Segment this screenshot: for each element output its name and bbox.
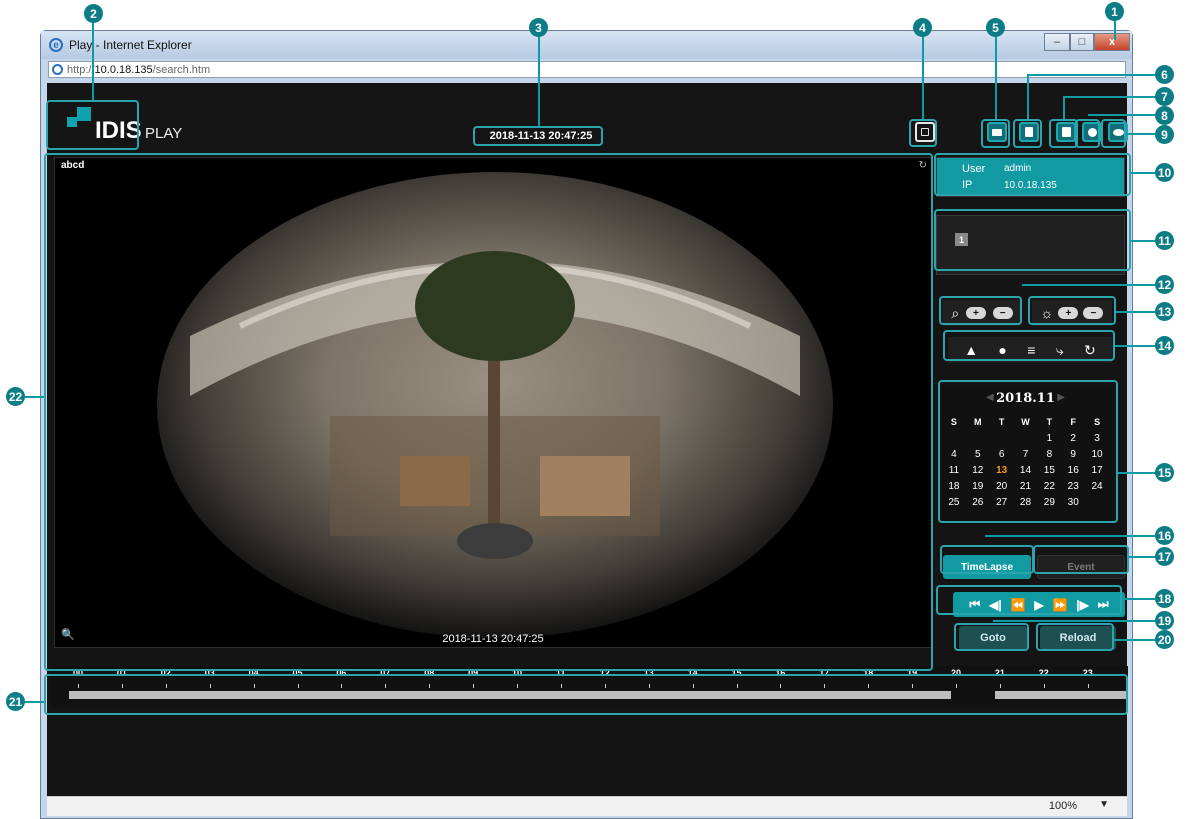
close-button[interactable]: x — [1094, 33, 1130, 51]
status-bar: 100% ▼ — [47, 796, 1127, 816]
url-path: /search.htm — [152, 63, 211, 76]
callout-10: 10 — [1155, 163, 1174, 182]
maximize-button[interactable]: □ — [1070, 33, 1094, 51]
callout-19: 19 — [1155, 611, 1174, 630]
highlight-video — [44, 153, 933, 671]
callout-22: 22 — [6, 387, 25, 406]
highlight-logo — [46, 100, 139, 150]
highlight-print — [981, 119, 1010, 148]
callout-8: 8 — [1155, 106, 1174, 125]
callout-12: 12 — [1155, 275, 1174, 294]
ie-logo-icon: e — [49, 38, 63, 52]
logo-subtitle: PLAY — [145, 125, 183, 142]
callout-18: 18 — [1155, 589, 1174, 608]
highlight-snapshot — [1049, 119, 1078, 148]
manual-figure: { "window": {"title": "Play - Internet E… — [0, 0, 1187, 819]
highlight-datetime — [473, 126, 603, 146]
zoom-level[interactable]: 100% — [1049, 800, 1077, 812]
url-prefix: http:// — [67, 63, 95, 76]
callout-4: 4 — [913, 18, 932, 37]
callout-3: 3 — [529, 18, 548, 37]
callout-11: 11 — [1155, 231, 1174, 250]
ie-page-icon — [52, 64, 63, 75]
callout-20: 20 — [1155, 630, 1174, 649]
highlight-zoom — [939, 296, 1022, 325]
highlight-fullscreen — [909, 119, 937, 147]
highlight-view — [1101, 119, 1126, 148]
window-title: Play - Internet Explorer — [69, 38, 192, 52]
callout-14: 14 — [1155, 336, 1174, 355]
callout-9: 9 — [1155, 125, 1174, 144]
callout-15: 15 — [1155, 463, 1174, 482]
callout-7: 7 — [1155, 87, 1174, 106]
callout-16: 16 — [1155, 526, 1174, 545]
callout-5: 5 — [986, 18, 1005, 37]
highlight-imagetools — [943, 330, 1115, 361]
highlight-calendar — [938, 380, 1118, 523]
url-host: 10.0.18.135 — [94, 63, 153, 76]
callout-17: 17 — [1155, 547, 1174, 566]
highlight-goto — [954, 623, 1029, 651]
address-bar[interactable]: http://10.0.18.135/search.htm — [48, 61, 1126, 78]
highlight-camselect — [934, 209, 1131, 271]
callout-1: 1 — [1105, 2, 1124, 21]
highlight-userinfo — [934, 153, 1131, 196]
highlight-event — [1033, 545, 1129, 574]
highlight-timeline — [44, 674, 1128, 715]
chevron-down-icon[interactable]: ▼ — [1099, 799, 1109, 810]
highlight-playback-controls — [936, 585, 1122, 615]
minimize-button[interactable]: – — [1044, 33, 1070, 51]
highlight-brightness — [1028, 296, 1116, 325]
highlight-timelapse — [940, 545, 1034, 574]
highlight-settings — [1075, 119, 1100, 148]
highlight-playback — [1013, 119, 1042, 148]
callout-6: 6 — [1155, 65, 1174, 84]
highlight-reload — [1036, 623, 1114, 651]
title-bar: e Play - Internet Explorer – □ x — [41, 31, 1132, 59]
callout-13: 13 — [1155, 302, 1174, 321]
callout-21: 21 — [6, 692, 25, 711]
callout-2: 2 — [84, 4, 103, 23]
